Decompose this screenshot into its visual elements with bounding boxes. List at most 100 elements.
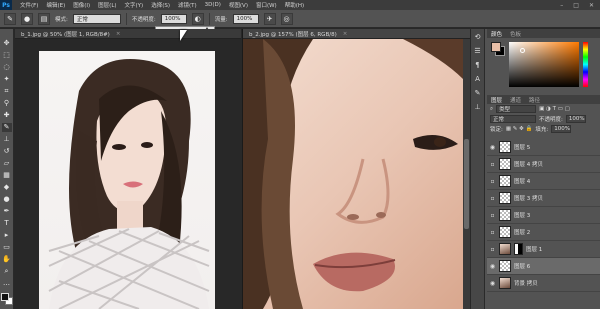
eye-hidden-icon[interactable]: ▫ [489,195,496,202]
layer-row[interactable]: ▫ 图层 4 拷贝 [487,156,600,173]
eyedropper-tool-icon[interactable]: ⚲ [2,99,12,108]
foreground-color-swatch[interactable] [491,42,501,52]
document-tab-2[interactable]: b_2.jpg @ 157% (图层 6, RGB/8) × [243,29,470,39]
edit-toolbar-icon[interactable]: … [2,279,12,288]
maximize-icon[interactable]: □ [573,2,579,9]
pen-tool-icon[interactable]: ✒ [2,207,12,216]
eye-hidden-icon[interactable]: ▫ [489,229,496,236]
close-tab-icon[interactable]: × [116,31,121,37]
tab-layers[interactable]: 图层 [491,96,502,104]
lock-icons[interactable]: ▦ ✎ ✥ 🔒 [506,126,533,132]
layer-name[interactable]: 图层 6 [514,262,530,270]
hand-tool-icon[interactable]: ✋ [2,255,12,264]
menu-filter[interactable]: 滤镜(T) [178,1,197,9]
eye-icon[interactable]: ◉ [489,280,496,287]
eraser-tool-icon[interactable]: ▱ [2,159,12,168]
mode-select[interactable]: 正常 [72,13,121,24]
eye-hidden-icon[interactable]: ▫ [489,246,496,253]
menu-layer[interactable]: 图层(L) [98,1,116,9]
layer-name[interactable]: 图层 4 拷贝 [514,160,543,168]
layer-row[interactable]: ▫ 图层 3 拷贝 [487,190,600,207]
menu-help[interactable]: 帮助(H) [285,1,304,9]
layer-name[interactable]: 图层 2 [514,228,530,236]
minimize-icon[interactable]: – [560,2,563,9]
clone-stamp-tool-icon[interactable]: ⊥ [2,135,12,144]
menu-file[interactable]: 文件(F) [20,1,38,9]
airbrush-icon[interactable]: ✈ [263,12,276,25]
menu-type[interactable]: 文字(Y) [125,1,144,9]
flow-field[interactable]: 100% [232,13,259,24]
close-icon[interactable]: ✕ [589,2,594,9]
layer-name[interactable]: 背景 拷贝 [514,279,538,287]
color-swatch-stack[interactable] [491,42,505,56]
dodge-tool-icon[interactable]: ● [2,195,12,204]
marquee-tool-icon[interactable]: ⬚ [2,51,12,60]
lasso-tool-icon[interactable]: ◌ [2,63,12,72]
fill-field[interactable]: 100% [551,125,572,133]
opacity-field[interactable]: 100% [160,13,187,24]
eye-icon[interactable]: ◉ [489,144,496,151]
tab-paths[interactable]: 路径 [529,96,540,104]
clone-source-icon[interactable]: ⊥ [474,103,480,111]
type-tool-icon[interactable]: T [2,219,12,228]
healing-tool-icon[interactable]: ✚ [2,111,12,120]
properties-panel-icon[interactable]: ☰ [474,47,480,55]
brush-tool-icon[interactable]: ✎ [1,123,12,132]
document-tab-1[interactable]: b_1.jpg @ 50% (图层 1, RGB/8#) × [15,29,241,39]
layer-opacity-field[interactable]: 100% [565,115,586,123]
layer-row[interactable]: ◉ 图层 5 [487,139,600,156]
menu-view[interactable]: 视图(V) [229,1,248,9]
close-tab-icon[interactable]: × [343,31,348,37]
layer-row[interactable]: ▫ 图层 2 [487,224,600,241]
menu-window[interactable]: 窗口(W) [256,1,277,9]
tab-color[interactable]: 颜色 [491,30,502,38]
menu-select[interactable]: 选择(S) [151,1,170,9]
layer-name[interactable]: 图层 3 拷贝 [514,194,543,202]
layer-name[interactable]: 图层 4 [514,177,530,185]
paragraph-panel-icon[interactable]: ¶ [475,61,479,69]
rectangle-tool-icon[interactable]: ▭ [2,243,12,252]
character-panel-icon[interactable]: A [475,75,480,83]
zoom-tool-icon[interactable]: ⌕ [2,267,12,276]
layer-row[interactable]: ▫ 图层 4 [487,173,600,190]
hue-slider[interactable] [583,42,588,87]
menu-3d[interactable]: 3D(D) [205,2,221,8]
brush-settings-icon[interactable]: ✎ [475,89,481,97]
layer-row-selected[interactable]: ◉ 图层 6 [487,258,600,275]
move-tool-icon[interactable]: ✥ [2,39,12,48]
tab-swatches[interactable]: 色板 [510,30,521,38]
eye-icon[interactable]: ◉ [489,263,496,270]
pressure-size-icon[interactable]: ◎ [280,12,293,25]
eye-hidden-icon[interactable]: ▫ [489,178,496,185]
layer-name[interactable]: 图层 5 [514,143,530,151]
layer-row[interactable]: ▫ 图层 3 [487,207,600,224]
color-picker-ring[interactable] [520,48,525,53]
layer-row[interactable]: ◉ 背景 拷贝 [487,275,600,292]
filter-icons[interactable]: ▣ ◑ T ▭ ▢ [539,106,570,112]
vertical-scrollbar[interactable] [463,39,470,309]
gradient-tool-icon[interactable]: ▦ [2,171,12,180]
layer-row[interactable]: ▫ 图层 1 [487,241,600,258]
foreground-color-swatch[interactable] [0,293,9,301]
blend-mode-select[interactable]: 正常 [490,115,536,123]
canvas-image-portrait[interactable] [39,51,215,309]
menu-edit[interactable]: 编辑(E) [46,1,65,9]
blur-tool-icon[interactable]: ◆ [2,183,12,192]
quick-select-tool-icon[interactable]: ✦ [2,75,12,84]
pressure-opacity-icon[interactable]: ◐ [191,12,204,25]
eye-hidden-icon[interactable]: ▫ [489,161,496,168]
color-swatches[interactable] [0,293,13,305]
history-panel-icon[interactable]: ⟲ [475,33,481,41]
tab-channels[interactable]: 通道 [510,96,521,104]
brush-preset-icon[interactable]: ● [21,12,33,25]
history-brush-tool-icon[interactable]: ↺ [2,147,12,156]
canvas-image-closeup[interactable] [243,39,463,309]
path-select-tool-icon[interactable]: ▸ [2,231,12,240]
filter-kind-select[interactable]: 类型 [496,105,537,113]
brush-panel-icon[interactable]: ▤ [38,12,50,25]
crop-tool-icon[interactable]: ⌗ [2,87,12,96]
eye-hidden-icon[interactable]: ▫ [489,212,496,219]
layer-mask-thumbnail[interactable] [514,243,523,255]
brush-tool-icon[interactable]: ✎ [4,12,16,25]
menu-image[interactable]: 图像(I) [73,1,90,9]
